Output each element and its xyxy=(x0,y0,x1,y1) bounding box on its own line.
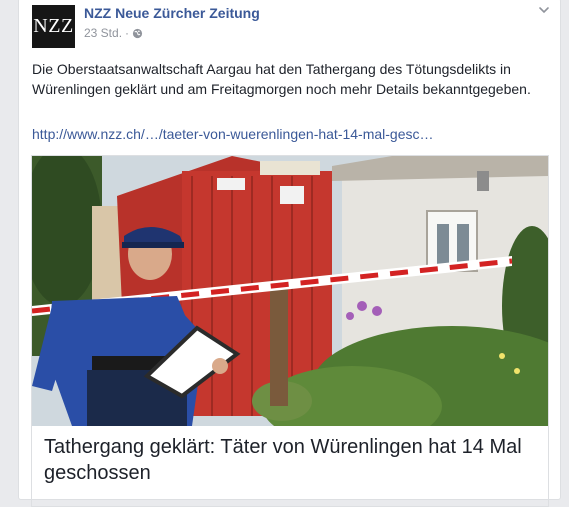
link-preview-card[interactable]: Tathergang geklärt: Täter von Würenlinge… xyxy=(31,155,549,507)
page-name-link[interactable]: NZZ Neue Zürcher Zeitung xyxy=(84,5,260,21)
post-meta: 23 Std. · xyxy=(84,26,143,40)
timestamp[interactable]: 23 Std. xyxy=(84,26,122,40)
page-avatar[interactable]: NZZ xyxy=(32,5,75,48)
avatar-logo-text: NZZ xyxy=(33,15,74,37)
article-headline[interactable]: Tathergang geklärt: Täter von Würenlinge… xyxy=(44,434,539,486)
post-body-text: Die Oberstaatsanwaltschaft Aargau hat de… xyxy=(32,61,531,97)
meta-separator: · xyxy=(125,26,130,40)
globe-icon[interactable] xyxy=(132,28,143,39)
chevron-down-icon[interactable] xyxy=(537,3,551,17)
article-link[interactable]: http://www.nzz.ch/…/taeter-von-wuerenlin… xyxy=(32,126,552,142)
article-photo[interactable] xyxy=(32,156,548,426)
post-card: NZZ NZZ Neue Zürcher Zeitung 23 Std. · D… xyxy=(18,0,561,507)
